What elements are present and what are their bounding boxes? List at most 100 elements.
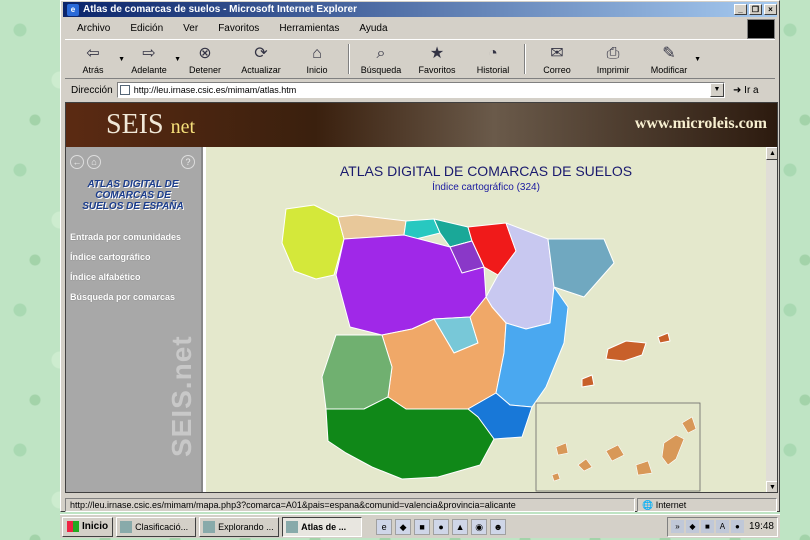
scroll-up-button[interactable]: ▲ [766,147,777,160]
toolbar: ⇦ Atrás ▼ ⇨ Adelante ▼ ⊗ Detener ⟳ Actualizar … [65,39,775,79]
ie-icon [286,520,299,533]
windows-logo [747,19,775,39]
app-quicklaunch-icon[interactable]: ◆ [395,518,412,535]
go-arrow-icon: ➜ [733,84,742,96]
forward-button[interactable]: ⇨ Adelante ▼ [121,40,181,78]
print-icon: ⎙ [606,45,620,62]
region-cataluna[interactable] [547,238,615,298]
region-extremadura[interactable] [321,334,393,410]
sidebar-watermark: SEIS.net [166,335,197,457]
sidebar-link-indice-cartografico[interactable]: Índice cartográfico [70,252,181,262]
home-button[interactable]: ⌂ Inicio [289,40,345,78]
stop-icon: ⊗ [198,45,212,62]
status-bar: http://leu.irnase.csic.es/mimam/mapa.php… [65,497,777,512]
home-circle-icon[interactable]: ⌂ [87,155,101,169]
edit-icon: ✎ [662,45,676,62]
app-quicklaunch-icon[interactable]: ▲ [452,518,469,535]
home-icon: ⌂ [312,45,322,62]
address-value[interactable]: http://leu.irnase.csic.es/mimam/atlas.ht… [134,85,710,95]
sidebar-links: Entrada por comunidades Índice cartográf… [70,232,181,312]
app-quicklaunch-icon[interactable]: ● [433,518,450,535]
globe-icon: 🌐 [642,499,654,510]
refresh-button[interactable]: ⟳ Actualizar [233,40,289,78]
favorites-button[interactable]: ★ Favoritos [409,40,465,78]
tray-icon[interactable]: A [715,520,729,533]
app-quicklaunch-icon[interactable]: ◉ [471,518,488,535]
seisnet-banner: SEIS net www.microleis.com [66,103,777,147]
menu-archivo[interactable]: Archivo [77,23,110,34]
spain-map [281,204,701,492]
search-button[interactable]: ⌕ Búsqueda [353,40,409,78]
scroll-down-button[interactable]: ▼ [766,481,777,492]
maximize-button[interactable]: ❐ [749,4,762,15]
page-icon [119,85,130,95]
toolbar-separator [348,44,350,74]
clock: 19:48 [748,521,774,532]
site-link[interactable]: www.microleis.com [635,115,767,133]
mail-icon: ✉ [550,45,564,62]
start-button[interactable]: Inicio [62,516,114,537]
title-bar[interactable]: e Atlas de comarcas de suelos - Microsof… [63,2,777,17]
print-button[interactable]: ⎙ Imprimir [585,40,641,78]
tray-icon[interactable]: ◆ [685,520,699,533]
system-tray: » ◆ ■ A ● 19:48 [666,516,778,537]
menu-favoritos[interactable]: Favoritos [218,23,259,34]
mail-button[interactable]: ✉ Correo [529,40,585,78]
ie-quicklaunch-icon[interactable]: e [376,518,393,535]
tray-icon[interactable]: » [670,520,684,533]
menu-ver[interactable]: Ver [183,23,198,34]
menu-ayuda[interactable]: Ayuda [359,23,387,34]
region-baleares[interactable] [581,332,671,388]
tray-icon[interactable]: ● [730,520,744,533]
sidebar: ← ⌂ ? ATLAS DIGITAL DE COMARCAS DE SUELO… [66,147,203,492]
menu-edicion[interactable]: Edición [130,23,163,34]
region-canarias[interactable] [551,416,697,482]
back-circle-icon[interactable]: ← [70,155,84,169]
main-content: ATLAS DIGITAL DE COMARCAS DE SUELOS Índi… [206,147,766,492]
address-input[interactable]: http://leu.irnase.csic.es/mimam/atlas.ht… [116,82,725,98]
address-label: Dirección [71,84,113,96]
windows-flag-icon [67,521,79,532]
task-clasificacion[interactable]: Clasificació... [116,516,197,537]
sidebar-link-indice-alfabetico[interactable]: Índice alfabético [70,272,181,282]
app-quicklaunch-icon[interactable]: ■ [414,518,431,535]
folder-icon [203,520,216,533]
history-button[interactable]: ◔ Historial [465,40,521,78]
edit-button[interactable]: ✎ Modificar ▼ [641,40,701,78]
chevron-down-icon[interactable]: ▼ [694,56,701,63]
task-explorando[interactable]: Explorando ... [199,516,280,537]
help-icon[interactable]: ? [181,155,195,169]
quick-launch: e ◆ ■ ● ▲ ◉ ☻ [376,518,507,535]
close-button[interactable]: × [764,4,777,15]
window-title: Atlas de comarcas de suelos - Microsoft … [83,4,357,15]
task-atlas[interactable]: Atlas de ... [282,516,363,537]
ie-icon: e [67,3,79,16]
page-viewport: SEIS net www.microleis.com ← ⌂ ? ATLAS D… [65,102,778,493]
forward-arrow-icon: ⇨ [142,45,156,62]
region-andalucia[interactable] [325,396,495,480]
security-zone: 🌐 Internet [637,497,777,512]
sidebar-title: ATLAS DIGITAL DE COMARCAS DE SUELOS DE E… [82,179,184,212]
region-galicia[interactable] [281,204,345,280]
stop-button[interactable]: ⊗ Detener [177,40,233,78]
favorites-icon: ★ [429,45,445,62]
minimize-button[interactable]: _ [734,4,747,15]
tray-icon[interactable]: ■ [700,520,714,533]
toolbar-separator [524,44,526,74]
go-button[interactable]: ➜ Ir a [725,85,775,96]
chevron-down-icon[interactable]: ▼ [710,83,724,97]
word-icon [120,520,133,533]
search-icon: ⌕ [376,45,386,62]
seisnet-logo[interactable]: SEIS net [106,109,195,141]
vertical-scrollbar[interactable]: ▲ ▼ [766,147,777,492]
back-button[interactable]: ⇦ Atrás ▼ [65,40,125,78]
menu-herramientas[interactable]: Herramientas [279,23,339,34]
taskbar: Inicio Clasificació... Explorando ... At… [60,514,780,538]
status-message: http://leu.irnase.csic.es/mimam/mapa.php… [65,497,635,512]
sidebar-link-busqueda[interactable]: Búsqueda por comarcas [70,292,181,302]
address-bar: Dirección http://leu.irnase.csic.es/mima… [65,81,775,99]
app-quicklaunch-icon[interactable]: ☻ [490,518,507,535]
sidebar-link-comunidades[interactable]: Entrada por comunidades [70,232,181,242]
back-arrow-icon: ⇦ [86,45,100,62]
history-icon: ◔ [488,45,498,62]
